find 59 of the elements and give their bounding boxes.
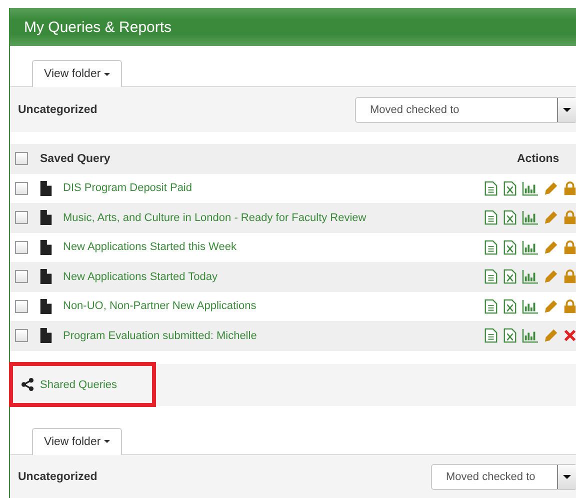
excel-icon[interactable] <box>503 298 517 314</box>
share-icon <box>21 378 34 391</box>
excel-icon[interactable] <box>503 210 517 226</box>
bar-chart-icon[interactable] <box>522 210 539 226</box>
bar-chart-icon[interactable] <box>522 180 539 196</box>
column-header: Actions <box>517 152 560 165</box>
shared-queries-link[interactable]: Shared Queries <box>40 378 152 390</box>
excel-icon[interactable] <box>503 240 517 255</box>
move-select[interactable]: Moved checked to <box>431 464 576 490</box>
pencil-icon[interactable] <box>544 210 558 226</box>
bar-chart-icon[interactable] <box>522 328 539 344</box>
report-icon[interactable] <box>484 269 498 284</box>
document-icon <box>40 240 52 255</box>
query-link[interactable]: Non-UO, Non-Partner New Applications <box>63 300 484 312</box>
lock-icon[interactable] <box>563 240 576 255</box>
folder-name: Uncategorized <box>18 471 98 483</box>
document-icon <box>40 298 52 314</box>
folder-name: Uncategorized <box>18 104 98 116</box>
excel-icon[interactable] <box>503 180 517 196</box>
panel-title: My Queries & Reports <box>24 18 172 36</box>
caret-icon <box>104 72 110 76</box>
excel-icon[interactable] <box>503 269 517 284</box>
row-checkbox[interactable] <box>15 211 28 224</box>
view-folder-button[interactable]: View folder <box>32 60 122 87</box>
move-select[interactable]: Moved checked to <box>355 96 576 122</box>
select-all-checkbox[interactable] <box>15 152 28 166</box>
report-icon[interactable] <box>484 328 498 344</box>
pencil-icon[interactable] <box>544 298 558 314</box>
bar-chart-icon[interactable] <box>522 298 539 314</box>
row-checkbox[interactable] <box>15 270 28 284</box>
report-icon[interactable] <box>484 210 498 226</box>
lock-icon[interactable] <box>563 210 576 226</box>
document-icon <box>40 269 52 284</box>
report-icon[interactable] <box>484 180 498 196</box>
row-checkbox[interactable] <box>15 329 28 342</box>
document-icon <box>40 328 52 344</box>
delete-icon[interactable] <box>563 328 576 344</box>
lock-icon[interactable] <box>563 269 576 284</box>
caret-icon <box>104 440 110 443</box>
pencil-icon[interactable] <box>544 269 558 284</box>
row-checkbox[interactable] <box>15 300 28 313</box>
lock-icon[interactable] <box>563 180 576 196</box>
query-link[interactable]: New Applications Started this Week <box>63 241 484 254</box>
bar-chart-icon[interactable] <box>522 269 539 284</box>
query-link[interactable]: DIS Program Deposit Paid <box>63 182 484 194</box>
report-icon[interactable] <box>484 240 498 255</box>
report-icon[interactable] <box>484 298 498 314</box>
pencil-icon[interactable] <box>544 240 558 255</box>
excel-icon[interactable] <box>503 328 517 344</box>
lock-icon[interactable] <box>563 298 576 314</box>
row-checkbox[interactable] <box>15 240 28 254</box>
column-header: Saved Query <box>40 152 112 165</box>
bar-chart-icon[interactable] <box>522 240 539 255</box>
pencil-icon[interactable] <box>544 180 558 196</box>
document-icon <box>40 210 52 226</box>
row-checkbox[interactable] <box>15 182 28 195</box>
document-icon <box>40 180 52 196</box>
pencil-icon[interactable] <box>544 328 558 344</box>
view-folder-button[interactable]: View folder <box>32 428 122 454</box>
